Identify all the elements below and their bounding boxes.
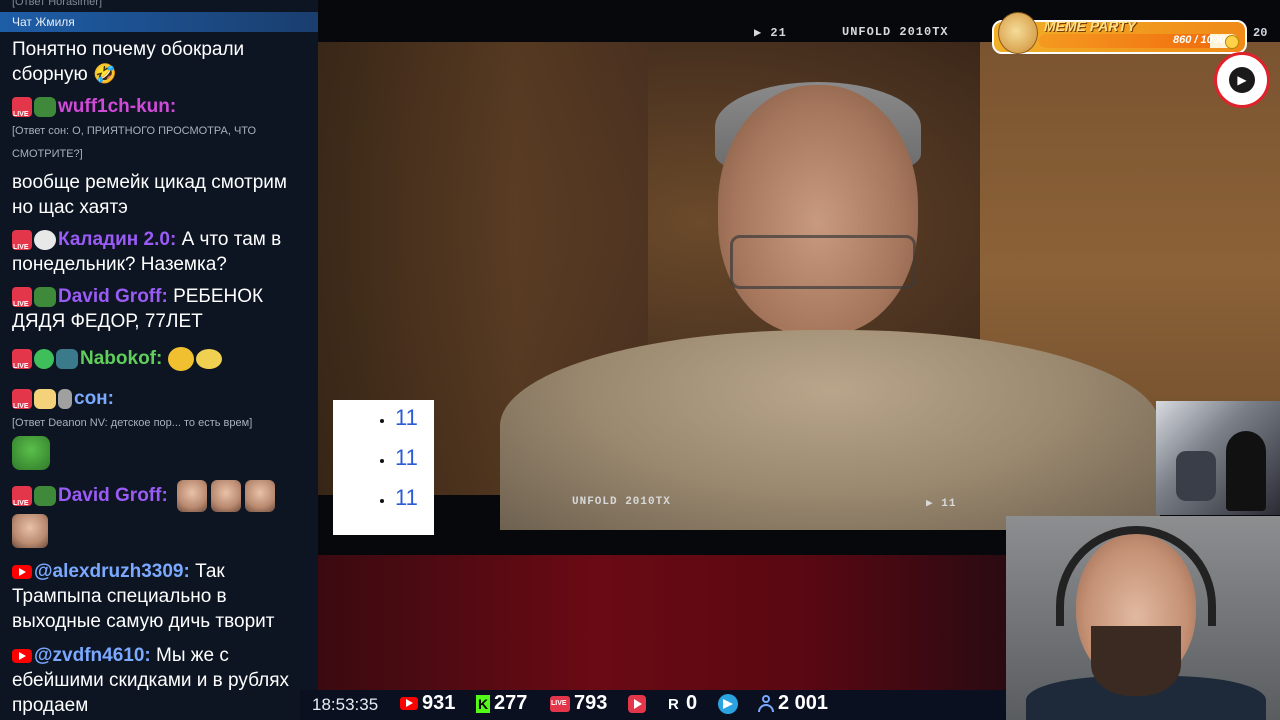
bullet-item: 11 <box>395 438 434 478</box>
chat-title: Чат Жмиля <box>12 15 75 29</box>
username[interactable]: David Groff: <box>58 485 168 506</box>
video-top-marker: ▶ 21 <box>754 26 787 40</box>
youtube-icon <box>12 564 32 579</box>
user-icon <box>758 694 774 713</box>
youtube-icon <box>12 648 32 663</box>
logo-icon: ▶ <box>1229 67 1255 93</box>
video-bottom-label: UNFOLD 2010TX <box>572 496 671 508</box>
kick-viewers: K 277 <box>476 692 527 715</box>
youtube-count: 931 <box>422 692 456 714</box>
chat-header: Чат Жмиля <box>0 12 318 32</box>
bullet-item: 11 <box>395 400 434 438</box>
username[interactable]: Nabokof: <box>80 348 162 369</box>
chat-previous-line: [Ответ Horasimer] <box>12 0 103 8</box>
youtube-icon <box>400 697 418 711</box>
chat-message: @zvdfn4610: Мы же с ебейшими скидками и … <box>12 643 310 718</box>
badge-icon <box>34 229 56 250</box>
youtube-viewers: 931 <box>400 692 455 715</box>
speaker-glasses <box>730 235 916 289</box>
video-bottom-marker: ▶ 11 <box>926 498 957 510</box>
badge-icon <box>34 486 56 506</box>
live-icon <box>12 286 32 317</box>
username[interactable]: @zvdfn4610: <box>34 645 151 666</box>
meme-side-number: 20 <box>1253 26 1268 40</box>
face-emote-icon <box>177 480 208 512</box>
art-thumbnail <box>1156 401 1280 515</box>
vk-live-icon <box>550 695 570 712</box>
main-video[interactable]: ▶ 21 UNFOLD 2010TX UNFOLD 2010TX ▶ 11 <box>318 0 1280 555</box>
pepe-emote-icon <box>12 436 50 470</box>
chat-message: вообще ремейк цикад смотрим но щас хаятэ <box>12 170 310 220</box>
live-icon <box>12 388 32 419</box>
emote-icon <box>167 346 194 371</box>
bullet-list: 11 11 11 <box>333 400 434 518</box>
video-top-label: UNFOLD 2010TX <box>842 25 949 39</box>
youtube-red-icon-wrap <box>628 692 650 715</box>
reply-text: [Ответ Deanon NV: детское пор... то есть… <box>12 417 253 429</box>
face-emote-icon <box>211 480 242 512</box>
streamer-beard <box>1091 626 1181 696</box>
live-icon <box>12 229 32 260</box>
vk-live-count: 793 <box>574 692 608 714</box>
art-figure <box>1176 451 1216 501</box>
kick-count: 277 <box>494 692 528 714</box>
message-text: Понятно почему обокрали сборную 🤣 <box>12 39 245 85</box>
vk-live-viewers: 793 <box>550 692 607 715</box>
rutube-viewers: R0 <box>668 692 697 715</box>
chat-message: David Groff: РЕБЕНОК ДЯДЯ ФЕДОР, 77ЛЕТ <box>12 284 310 334</box>
streamer-webcam <box>1006 516 1280 720</box>
lower-red-band <box>318 555 1008 690</box>
emote-icon <box>195 348 222 369</box>
badge-icon <box>34 96 56 117</box>
badge-icon <box>56 348 78 369</box>
bullet-item: 11 <box>395 478 434 518</box>
username[interactable]: Каладин 2.0: <box>58 229 176 250</box>
kick-icon: K <box>476 694 490 713</box>
meme-party-title: MEME PARTY <box>1044 18 1137 34</box>
message-text: вообще ремейк цикад смотрим но щас хаятэ <box>12 172 287 218</box>
chat-message: Nabokof: <box>12 346 310 379</box>
badge-icon <box>34 286 56 307</box>
telegram-icon <box>718 693 738 714</box>
beer-icon <box>34 388 56 409</box>
chat-message: wuff1ch-kun: <box>12 94 310 127</box>
badge-icon <box>58 388 72 409</box>
username[interactable]: David Groff: <box>58 286 168 307</box>
username[interactable]: @alexdruzh3309: <box>34 561 190 582</box>
chat-message: Каладин 2.0: А что там в понедельник? На… <box>12 227 310 277</box>
chat-message: David Groff: <box>12 480 310 516</box>
chat-panel: [Ответ Horasimer] Чат Жмиля Понятно поче… <box>0 0 318 720</box>
record-button[interactable]: ▶ <box>1214 52 1270 108</box>
youtube-red-icon <box>628 694 646 713</box>
face-emote-icon <box>12 514 48 548</box>
chat-message: @alexdruzh3309: Так Трампыпа специально … <box>12 559 310 634</box>
bullet-overlay: 11 11 11 <box>333 400 434 535</box>
speaker-head <box>718 85 918 335</box>
telegram-icon-wrap <box>718 692 742 715</box>
live-icon <box>12 96 32 127</box>
headphones-icon <box>1056 526 1216 626</box>
reply-text: [Ответ сон: О, ПРИЯТНОГО ПРОСМОТРА, ЧТО … <box>12 125 257 160</box>
total-viewers: 2 001 <box>758 692 828 715</box>
art-figure-dark <box>1226 431 1266 511</box>
username[interactable]: сон: <box>74 388 114 409</box>
username[interactable]: wuff1ch-kun: <box>58 96 176 117</box>
coin-icon <box>1225 35 1239 49</box>
stats-bar: 18:53:35 931 K277 793 R0 2 001 <box>300 690 1006 720</box>
live-icon <box>12 348 32 379</box>
total-count: 2 001 <box>778 692 829 714</box>
chat-message: сон: <box>12 386 310 419</box>
rutube-count: 0 <box>686 692 698 714</box>
doge-icon <box>998 12 1038 54</box>
face-emote-icon <box>245 480 276 512</box>
meme-progress-text: 860 / 1000 <box>1173 34 1225 46</box>
chat-message: Понятно почему обокрали сборную 🤣 <box>12 37 310 87</box>
meme-party-widget: MEME PARTY 860 / 1000 <box>992 12 1247 54</box>
rutube-icon: R <box>668 695 679 713</box>
clock-time: 18:53:35 <box>312 695 379 714</box>
live-icon <box>12 486 32 516</box>
verified-icon <box>34 348 54 369</box>
